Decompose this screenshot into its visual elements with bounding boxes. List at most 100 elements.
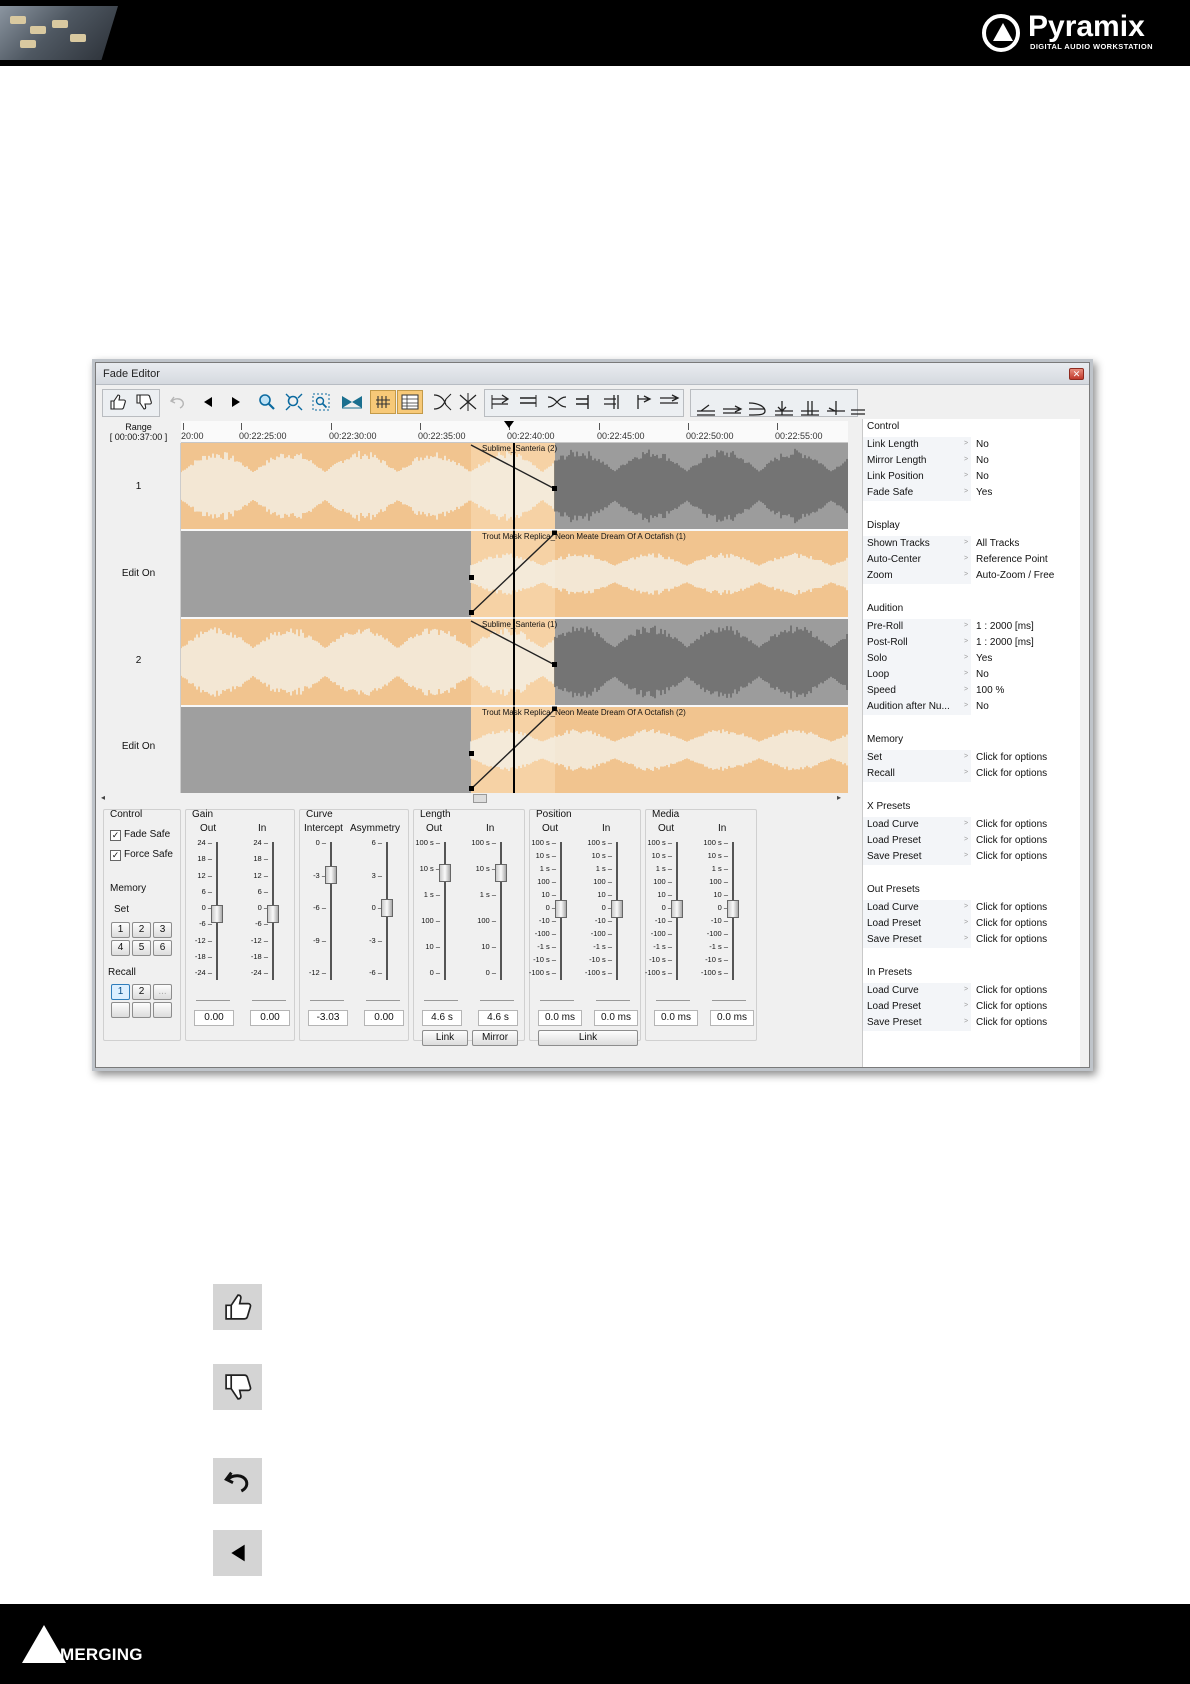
thumbs-down-icon[interactable] (132, 390, 156, 414)
zoom-icon[interactable] (255, 390, 279, 414)
property-value[interactable]: Click for options (976, 835, 1047, 846)
memory-set-button[interactable]: 4 (111, 940, 130, 956)
fader-thumb[interactable] (211, 905, 223, 923)
gain-in-fader[interactable]: 24 –18 –12 –6 –0 – -6 – -12 – -18 – -24 – (242, 836, 298, 986)
property-row[interactable]: Link Position > No (863, 469, 1081, 485)
property-value[interactable]: Click for options (976, 934, 1047, 945)
property-row[interactable]: Link Length > No (863, 437, 1081, 453)
fade-align-1-icon[interactable] (488, 390, 514, 414)
property-row[interactable]: Load Curve > Click for options (863, 900, 1081, 916)
fader-thumb[interactable] (439, 864, 451, 882)
property-value[interactable]: Yes (976, 487, 992, 498)
fade-safe-checkbox[interactable]: ✓ (110, 830, 121, 841)
fade-align-3-icon[interactable] (544, 390, 570, 414)
playhead-marker[interactable] (504, 421, 514, 428)
media-out-fader[interactable]: 100 s –10 s –1 s –100 –10 –0 – -10 – -100 … (645, 836, 702, 986)
intercept-value[interactable]: -3.03 (308, 1010, 348, 1026)
fade-handle[interactable] (469, 786, 474, 791)
property-row[interactable]: Save Preset > Click for options (863, 849, 1081, 865)
length-in-trim[interactable] (480, 1000, 514, 1008)
memory-set-button[interactable]: 1 (111, 922, 130, 938)
property-value[interactable]: Click for options (976, 985, 1047, 996)
property-value[interactable]: No (976, 669, 989, 680)
fade-align-4-icon[interactable] (572, 390, 598, 414)
property-row[interactable]: Fade Safe > Yes (863, 485, 1081, 501)
length-link-button[interactable]: Link (422, 1030, 468, 1046)
asymmetry-trim[interactable] (366, 1000, 400, 1008)
property-row[interactable]: Load Curve > Click for options (863, 983, 1081, 999)
fader-thumb[interactable] (671, 900, 683, 918)
property-value[interactable]: Click for options (976, 902, 1047, 913)
memory-set-button[interactable]: 3 (153, 922, 172, 938)
property-row[interactable]: Load Preset > Click for options (863, 999, 1081, 1015)
property-value[interactable]: No (976, 471, 989, 482)
memory-set-button[interactable]: 5 (132, 940, 151, 956)
crossfade-3-icon[interactable] (746, 396, 770, 420)
memory-set-button[interactable]: 6 (153, 940, 172, 956)
next-icon[interactable] (224, 390, 248, 414)
memory-recall-button[interactable]: ... (153, 984, 172, 1000)
property-row[interactable]: Loop > No (863, 667, 1081, 683)
memory-set-button[interactable]: 2 (132, 922, 151, 938)
crossfade-7-icon[interactable] (848, 396, 868, 420)
table-icon[interactable] (397, 390, 423, 414)
waveform-display[interactable] (181, 443, 848, 793)
property-value[interactable]: Reference Point (976, 554, 1048, 565)
media-in-trim[interactable] (712, 1000, 746, 1008)
fade-curve-alt-icon[interactable] (456, 390, 482, 414)
property-value[interactable]: 1 : 2000 [ms] (976, 621, 1034, 632)
property-row[interactable]: Speed >100 % (863, 683, 1081, 699)
crossfade-5-icon[interactable] (798, 396, 822, 420)
fade-align-7-icon[interactable] (656, 390, 682, 414)
position-out-value[interactable]: 0.0 ms (538, 1010, 582, 1026)
fader-thumb[interactable] (611, 900, 623, 918)
property-row[interactable]: Load Curve > Click for options (863, 817, 1081, 833)
position-out-fader[interactable]: 100 s –10 s –1 s –100 –10 –0 – -10 – -100 … (529, 836, 586, 986)
crossfade-4-icon[interactable] (772, 396, 796, 420)
horizontal-scrollbar[interactable]: ◂ ▸ (101, 793, 849, 803)
gain-in-value[interactable]: 0.00 (250, 1010, 290, 1026)
property-value[interactable]: Click for options (976, 1001, 1047, 1012)
media-out-value[interactable]: 0.0 ms (654, 1010, 698, 1026)
fade-handle[interactable] (469, 575, 474, 580)
property-row[interactable]: Shown Tracks > All Tracks (863, 536, 1081, 552)
crossfade-1-icon[interactable] (694, 396, 718, 420)
property-value[interactable]: Auto-Zoom / Free (976, 570, 1054, 581)
gain-out-value[interactable]: 0.00 (194, 1010, 234, 1026)
memory-recall-button-empty[interactable] (111, 1002, 130, 1018)
zoom-region-icon[interactable] (309, 390, 333, 414)
property-value[interactable]: Click for options (976, 1017, 1047, 1028)
thumbs-up-icon[interactable] (106, 390, 130, 414)
position-in-value[interactable]: 0.0 ms (594, 1010, 638, 1026)
fader-thumb[interactable] (381, 899, 393, 917)
property-row[interactable]: Auto-Center > Reference Point (863, 552, 1081, 568)
fade-handle[interactable] (469, 751, 474, 756)
fader-thumb[interactable] (495, 864, 507, 882)
scroll-thumb[interactable] (473, 794, 487, 803)
property-value[interactable]: No (976, 455, 989, 466)
fade-align-5-icon[interactable] (600, 390, 626, 414)
memory-recall-button[interactable]: 1 (111, 984, 130, 1000)
intercept-trim[interactable] (310, 1000, 344, 1008)
fader-thumb[interactable] (325, 866, 337, 884)
property-row[interactable]: Mirror Length > No (863, 453, 1081, 469)
property-value[interactable]: Click for options (976, 851, 1047, 862)
memory-recall-button-empty[interactable] (153, 1002, 172, 1018)
property-value[interactable]: All Tracks (976, 538, 1019, 549)
fade-curve-icon[interactable] (430, 390, 456, 414)
fader-thumb[interactable] (267, 905, 279, 923)
zoom-fit-icon[interactable] (282, 390, 306, 414)
crossfade-2-icon[interactable] (720, 396, 744, 420)
memory-recall-button[interactable]: 2 (132, 984, 151, 1000)
property-row[interactable]: Save Preset > Click for options (863, 932, 1081, 948)
gain-out-fader[interactable]: 24 –18 –12 –6 –0 – -6 – -12 – -18 – -24 – (186, 836, 242, 986)
length-in-fader[interactable]: 100 s – 10 s – 1 s – 100 – 10 – 0 – (470, 836, 526, 986)
undo-icon[interactable] (166, 390, 190, 414)
position-out-trim[interactable] (540, 1000, 574, 1008)
length-mirror-button[interactable]: Mirror (472, 1030, 518, 1046)
position-in-trim[interactable] (596, 1000, 630, 1008)
media-in-value[interactable]: 0.0 ms (710, 1010, 754, 1026)
property-value[interactable]: Click for options (976, 819, 1047, 830)
property-value[interactable]: 1 : 2000 [ms] (976, 637, 1034, 648)
fade-handle[interactable] (469, 610, 474, 615)
